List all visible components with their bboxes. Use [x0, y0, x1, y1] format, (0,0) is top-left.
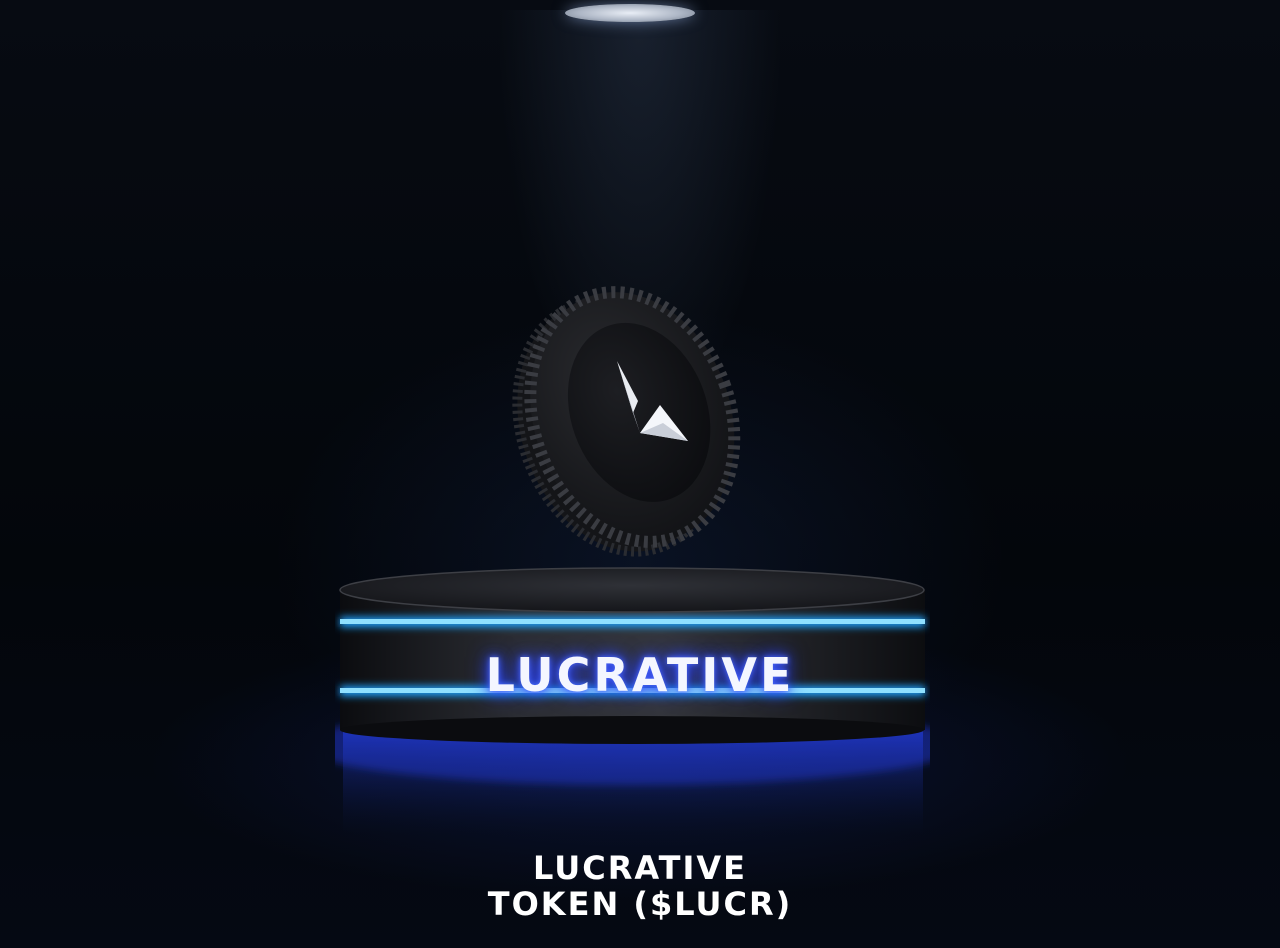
spotlight-lamp: [565, 4, 695, 22]
poster-scene: LUCRATIVE LUCRATIVE TOKEN ($LUCR): [0, 0, 1280, 948]
caption-line-1: LUCRATIVE: [533, 849, 747, 887]
podium: [335, 567, 930, 835]
caption-line-2: TOKEN ($LUCR): [487, 885, 793, 923]
lucrative-coin-icon: [512, 286, 741, 557]
podium-brand-text: LUCRATIVE: [485, 648, 795, 702]
token-caption: LUCRATIVE TOKEN ($LUCR): [0, 850, 1280, 922]
